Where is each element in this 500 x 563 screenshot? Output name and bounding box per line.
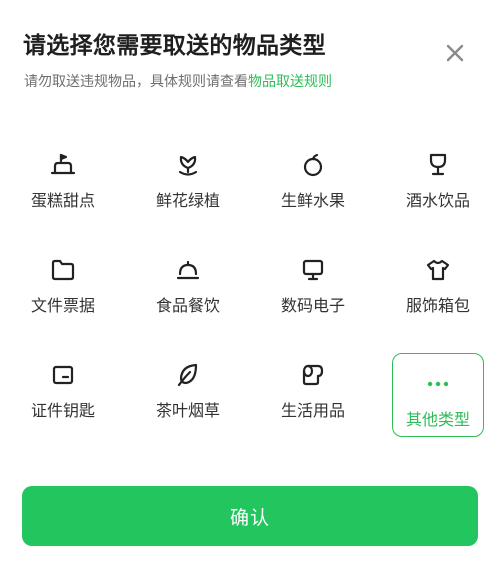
tshirt-icon: [424, 256, 452, 284]
folder-icon: [49, 256, 77, 284]
sheet-title: 请选择您需要取送的物品类型: [23, 33, 326, 59]
category-fresh-fruit[interactable]: 生鲜水果: [267, 135, 359, 219]
category-label: 其他类型: [405, 410, 470, 429]
category-drinks[interactable]: 酒水饮品: [392, 135, 484, 219]
category-label: 生鲜水果: [280, 191, 345, 210]
category-food[interactable]: 食品餐饮: [142, 240, 234, 324]
flower-icon: [174, 151, 202, 179]
category-daily-goods[interactable]: 生活用品: [267, 345, 359, 429]
category-label: 鲜花绿植: [155, 191, 220, 210]
confirm-label: 确认: [229, 506, 270, 529]
confirm-button[interactable]: 确认: [22, 486, 478, 546]
apple-icon: [299, 151, 327, 179]
category-label: 酒水饮品: [405, 191, 470, 210]
category-tea-tobacco[interactable]: 茶叶烟草: [142, 345, 234, 429]
category-flowers[interactable]: 鲜花绿植: [142, 135, 234, 219]
monitor-icon: [299, 256, 327, 284]
category-label: 茶叶烟草: [155, 401, 220, 420]
leaf-icon: [174, 361, 202, 389]
category-label: 文件票据: [30, 296, 95, 315]
category-id-keys[interactable]: 证件钥匙: [17, 345, 109, 429]
food-cloche-icon: [174, 256, 202, 284]
category-label: 蛋糕甜点: [30, 191, 95, 210]
category-label: 服饰箱包: [405, 296, 470, 315]
category-label: 生活用品: [280, 401, 345, 420]
category-electronics[interactable]: 数码电子: [267, 240, 359, 324]
id-card-icon: [49, 361, 77, 389]
sheet-subtitle: 请勿取送违规物品，具体规则请查看物品取送规则: [24, 72, 332, 92]
category-cake[interactable]: 蛋糕甜点: [17, 135, 109, 219]
category-clothing-bags[interactable]: 服饰箱包: [392, 240, 484, 324]
category-other[interactable]: 其他类型: [392, 353, 484, 437]
item-type-sheet: 请选择您需要取送的物品类型 请勿取送违规物品，具体规则请查看物品取送规则 蛋糕甜…: [0, 0, 500, 563]
category-documents[interactable]: 文件票据: [17, 240, 109, 324]
close-icon: [446, 44, 464, 62]
close-button[interactable]: [440, 38, 470, 68]
toilet-paper-icon: [299, 361, 327, 389]
rules-link[interactable]: 物品取送规则: [248, 74, 332, 90]
more-dots-icon: [424, 370, 452, 398]
category-label: 食品餐饮: [155, 296, 220, 315]
cake-icon: [49, 151, 77, 179]
subtitle-text: 请勿取送违规物品，具体规则请查看: [24, 74, 248, 90]
wine-glass-icon: [424, 151, 452, 179]
category-label: 数码电子: [280, 296, 345, 315]
category-label: 证件钥匙: [30, 401, 95, 420]
